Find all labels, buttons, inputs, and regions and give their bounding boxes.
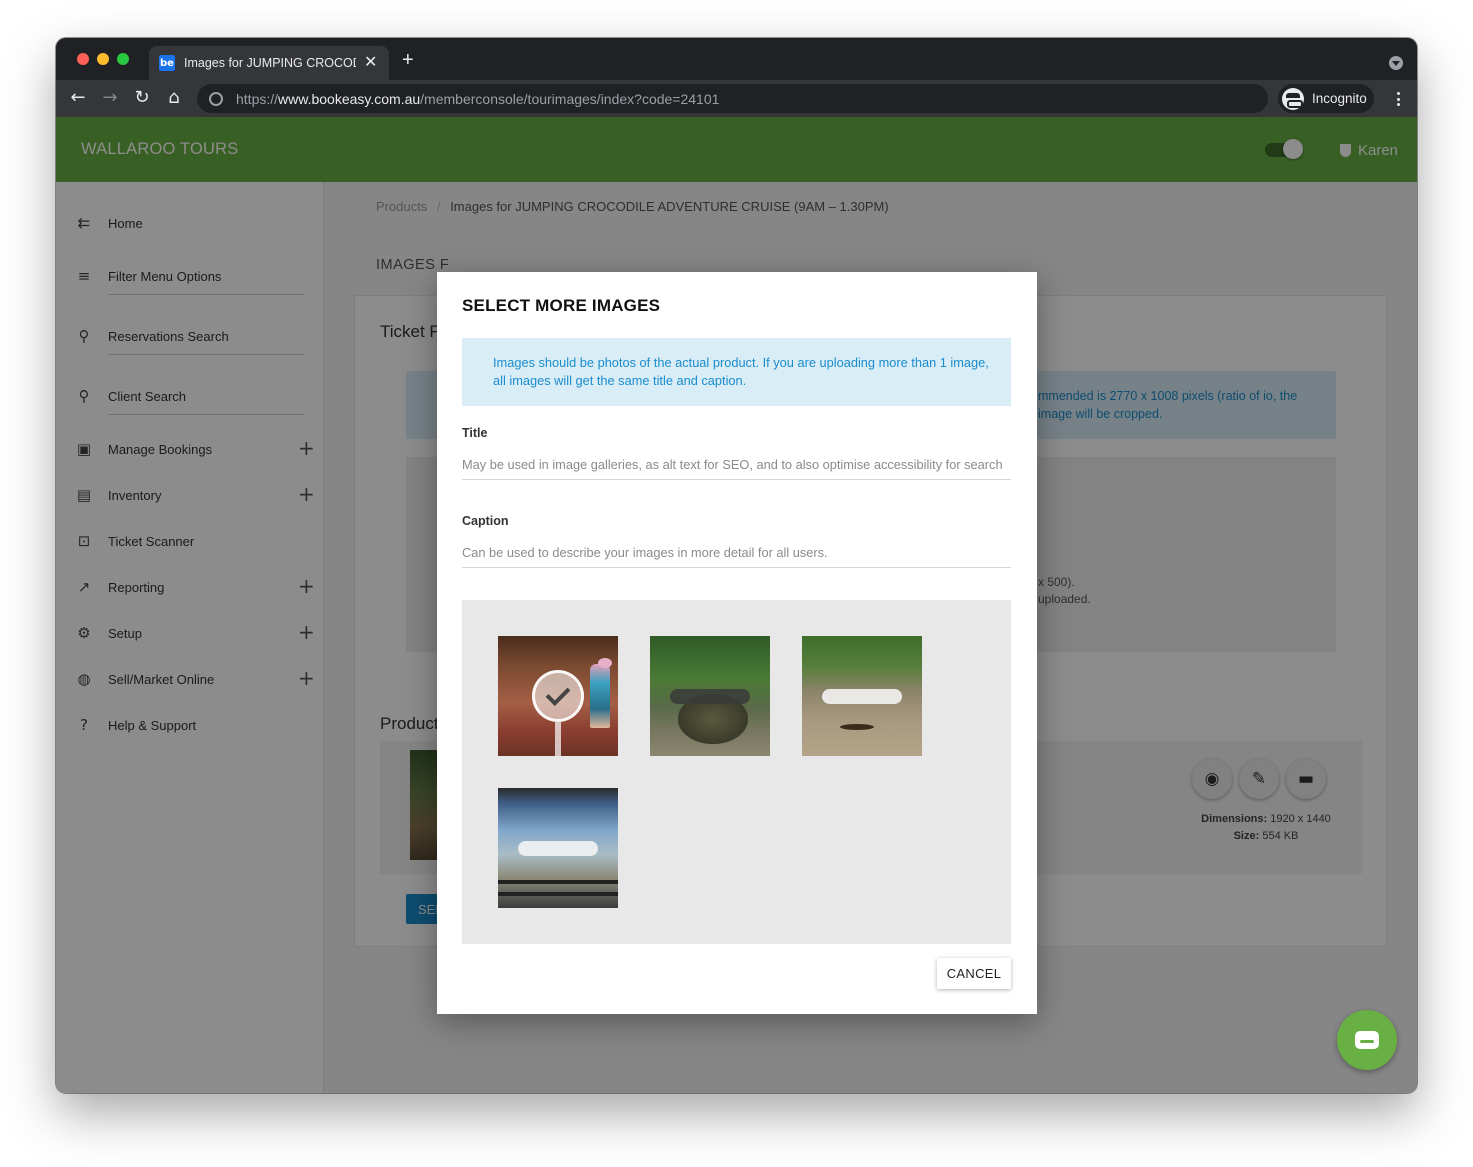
new-tab-button[interactable]: + [402,49,414,72]
title-label: Title [462,426,488,440]
favicon-icon: be [159,55,175,71]
tab-bar: be Images for JUMPING CROCODILE ADVENTUR… [56,38,1417,80]
boat-rail [498,880,618,884]
image-caption-bar [518,841,598,856]
chat-icon [1355,1031,1379,1049]
chat-button[interactable] [1337,1010,1397,1070]
incognito-label: Incognito [1312,91,1367,106]
caption-label: Caption [462,514,509,528]
close-window-button[interactable] [77,53,89,65]
person-shape [590,664,610,728]
image-caption-bar [670,689,750,704]
gallery-image-crocodile[interactable] [650,636,770,756]
selected-check-icon [532,670,584,722]
dialog-info-alert: Images should be photos of the actual pr… [462,338,1011,406]
browser-tab[interactable]: be Images for JUMPING CROCODILE ADVENTUR… [149,46,389,80]
back-icon[interactable]: ← [68,88,88,108]
app-root: WALLAROO TOURS Karen ⇇ Home ≡ Filter Men… [56,117,1417,1093]
url-text[interactable]: https://www.bookeasy.com.au/memberconsol… [236,91,719,107]
address-toolbar: ← → ↻ ⌂ https://www.bookeasy.com.au/memb… [56,80,1417,117]
close-tab-icon[interactable]: ✕ [364,55,377,71]
site-info-icon[interactable] [209,91,223,106]
reload-icon[interactable]: ↻ [132,88,152,108]
tab-title: Images for JUMPING CROCODILE ADVENTURE C… [184,56,356,70]
gallery-image-boat-crocodile[interactable] [498,788,618,908]
minimize-window-button[interactable] [97,53,109,65]
cancel-button[interactable]: CANCEL [937,958,1011,989]
maximize-window-button[interactable] [117,53,129,65]
gallery-image-river-eagle[interactable] [802,636,922,756]
caption-field[interactable] [462,538,1011,568]
hat-shape [598,658,612,668]
gallery-image-walkway[interactable] [498,636,618,756]
forward-icon[interactable]: → [100,88,120,108]
image-picker-gallery [462,600,1011,944]
home-icon[interactable]: ⌂ [164,88,184,108]
select-images-dialog: SELECT MORE IMAGES Images should be phot… [437,272,1037,1014]
browser-menu-icon[interactable] [1397,92,1401,109]
dialog-info-text: Images should be photos of the actual pr… [493,355,989,388]
eagle-shape [840,724,874,730]
tab-search-icon[interactable] [1389,56,1403,70]
incognito-icon [1282,87,1304,110]
incognito-indicator[interactable]: Incognito [1278,84,1374,113]
title-field[interactable] [462,450,1011,480]
browser-window: be Images for JUMPING CROCODILE ADVENTUR… [56,38,1417,1093]
boat-rail [498,892,618,896]
selection-marker [555,722,561,756]
address-bar[interactable]: https://www.bookeasy.com.au/memberconsol… [197,84,1268,113]
dialog-title: SELECT MORE IMAGES [462,296,661,315]
image-caption-bar [822,689,902,704]
